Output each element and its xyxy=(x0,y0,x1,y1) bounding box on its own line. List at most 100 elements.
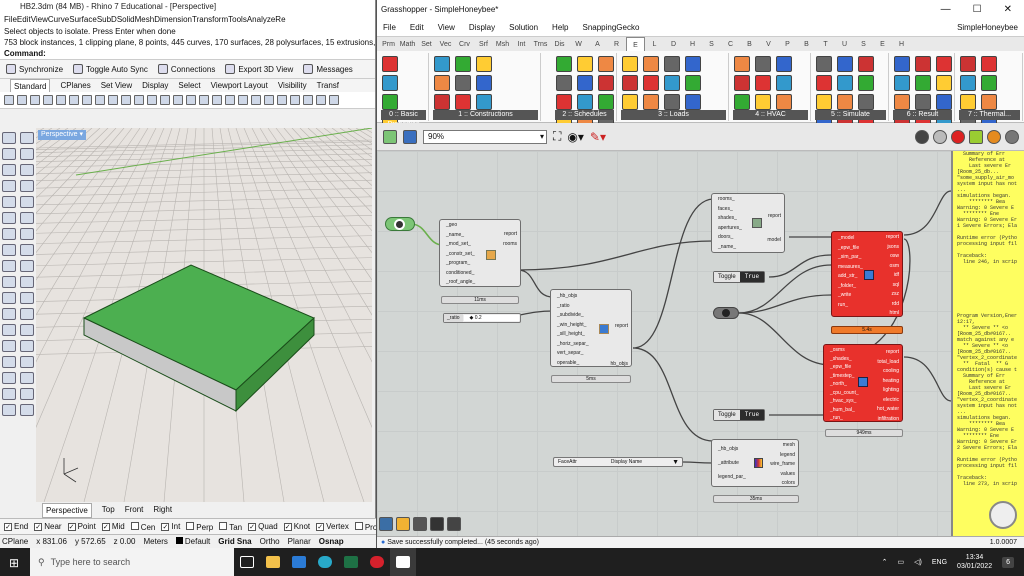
component-icon[interactable] xyxy=(894,56,910,72)
node-output[interactable]: html xyxy=(886,309,899,319)
rhino-toolbar-button[interactable]: Toggle Auto Sync xyxy=(73,64,148,74)
status-layer[interactable]: Default xyxy=(175,537,210,546)
component-icon[interactable] xyxy=(382,75,398,91)
rhino-toolbar-button[interactable]: Messages xyxy=(303,64,353,74)
gh-category-tab[interactable]: B xyxy=(740,37,759,51)
node-input[interactable]: _constr_set_ xyxy=(446,250,475,260)
component-icon[interactable] xyxy=(915,75,931,91)
gh-category-tab[interactable]: Prm xyxy=(379,37,398,51)
component-icon[interactable] xyxy=(858,75,874,91)
modeling-tool-icon[interactable] xyxy=(2,164,16,176)
modeling-tool-icon[interactable] xyxy=(20,228,34,240)
gh-menu-item[interactable]: SnappingGecko xyxy=(583,20,640,36)
modeling-tool-icon[interactable] xyxy=(2,244,16,256)
component-icon[interactable] xyxy=(622,75,638,91)
node-input[interactable]: _sill_height_ xyxy=(557,330,589,340)
node-input[interactable]: add_str_ xyxy=(838,272,863,282)
component-icon[interactable] xyxy=(476,56,492,72)
node-input[interactable]: run_ xyxy=(838,301,863,311)
hb-room-node[interactable]: _geo _name_ _mod_set_ _constr_set_ _program_… xyxy=(439,219,521,287)
component-icon[interactable] xyxy=(776,94,792,110)
node-input[interactable]: _epw_file xyxy=(830,363,859,372)
component-icon[interactable] xyxy=(664,94,680,110)
gh-category-tab[interactable]: E xyxy=(873,37,892,51)
osnap-option[interactable]: ✓ Quad xyxy=(248,522,278,531)
component-icon[interactable] xyxy=(455,75,471,91)
node-input[interactable]: _subdivide_ xyxy=(557,311,589,321)
standard-tool-icon[interactable] xyxy=(303,95,313,105)
modeling-tool-icon[interactable] xyxy=(2,196,16,208)
node-input[interactable]: vert_separ_ xyxy=(557,349,589,359)
modeling-tool-icon[interactable] xyxy=(20,164,34,176)
rhino-tab[interactable]: Transf xyxy=(317,79,339,92)
ribbon-group-label[interactable]: 7 :: Thermal... xyxy=(959,110,1020,120)
node-input[interactable]: _epw_file xyxy=(838,244,863,254)
rhino-toolbar-button[interactable]: Connections xyxy=(157,64,215,74)
standard-tool-icon[interactable] xyxy=(43,95,53,105)
component-icon[interactable] xyxy=(936,56,952,72)
node-input[interactable]: _hum_bal_ xyxy=(830,406,859,415)
node-input[interactable]: _geo xyxy=(446,221,475,231)
component-icon[interactable] xyxy=(981,94,997,110)
component-icon[interactable] xyxy=(816,56,832,72)
gh-menu-item[interactable]: Help xyxy=(552,20,568,36)
osnap-option[interactable]: ✓ Point xyxy=(67,522,96,531)
viewport-tab[interactable]: Right xyxy=(153,502,172,518)
gh-category-tab[interactable]: Srf xyxy=(474,37,493,51)
run-toggle-1[interactable]: Toggle True xyxy=(713,271,766,283)
node-output[interactable]: legend xyxy=(770,451,795,461)
hb-model-node[interactable]: rooms_ faces_ shades_ apertures_ doors_ _name… xyxy=(711,193,785,253)
component-icon[interactable] xyxy=(556,94,572,110)
component-icon[interactable] xyxy=(734,56,750,72)
open-file-icon[interactable] xyxy=(383,129,397,144)
node-output[interactable]: values xyxy=(770,470,795,480)
standard-tool-icon[interactable] xyxy=(290,95,300,105)
modeling-tool-icon[interactable] xyxy=(20,404,34,416)
status-osnap[interactable]: Osnap xyxy=(319,537,344,546)
notifications-icon[interactable]: 6 xyxy=(1002,556,1014,568)
gh-category-tab[interactable]: A xyxy=(588,37,607,51)
rhino-tab[interactable]: Select xyxy=(178,79,200,92)
selected-preview-icon[interactable] xyxy=(969,129,983,144)
component-icon[interactable] xyxy=(755,75,771,91)
gh-category-tab[interactable]: H xyxy=(683,37,702,51)
ribbon-group-label[interactable]: 4 :: HVAC xyxy=(733,110,808,120)
modeling-tool-icon[interactable] xyxy=(2,292,16,304)
node-input[interactable]: _folder_ xyxy=(838,282,863,292)
minimize-icon[interactable]: — xyxy=(941,0,951,20)
modeling-tool-icon[interactable] xyxy=(20,212,34,224)
node-output[interactable]: cooling xyxy=(877,367,899,377)
component-icon[interactable] xyxy=(915,94,931,110)
node-input[interactable]: _osms xyxy=(830,346,859,355)
standard-tool-icon[interactable] xyxy=(277,95,287,105)
mesh-settings-icon[interactable] xyxy=(1005,129,1019,144)
component-icon[interactable] xyxy=(837,94,853,110)
component-icon[interactable] xyxy=(434,94,450,110)
rhino-menu-item[interactable]: Solid xyxy=(117,15,135,24)
node-input[interactable]: conditioned_ xyxy=(446,269,475,279)
error-panel-2[interactable]: Program Version,Ener 12:17, ** Severe **… xyxy=(957,313,1024,503)
gh-category-tab[interactable]: C xyxy=(721,37,740,51)
gh-category-tab[interactable]: P xyxy=(778,37,797,51)
node-input[interactable]: _name_ xyxy=(446,231,475,241)
opera-icon[interactable] xyxy=(364,548,390,576)
modeling-tool-icon[interactable] xyxy=(20,196,34,208)
component-icon[interactable] xyxy=(816,94,832,110)
component-icon[interactable] xyxy=(981,56,997,72)
node-input[interactable]: _cpu_count_ xyxy=(830,389,859,398)
error-panel-1[interactable]: Summary of Err Reference at Last severe … xyxy=(957,151,1024,301)
node-input[interactable]: _roof_angle_ xyxy=(446,278,475,288)
component-icon[interactable] xyxy=(382,94,398,110)
hb-color-faces-node[interactable]: _hb_objs _attribute legend_par_ mesh legend… xyxy=(711,439,799,487)
node-output[interactable]: zsz xyxy=(886,290,900,300)
gh-menu-item[interactable]: Edit xyxy=(410,20,424,36)
rhino-tab[interactable]: Standard xyxy=(10,79,51,92)
modeling-tool-icon[interactable] xyxy=(2,276,16,288)
geometry-param[interactable] xyxy=(385,217,415,231)
modeling-tool-icon[interactable] xyxy=(2,228,16,240)
modeling-tool-icon[interactable] xyxy=(20,276,34,288)
save-file-icon[interactable] xyxy=(403,129,417,144)
rhino-menu-item[interactable]: Transform xyxy=(192,15,228,24)
maximize-icon[interactable]: ☐ xyxy=(973,0,982,20)
gh-category-tab[interactable]: Math xyxy=(398,37,417,51)
